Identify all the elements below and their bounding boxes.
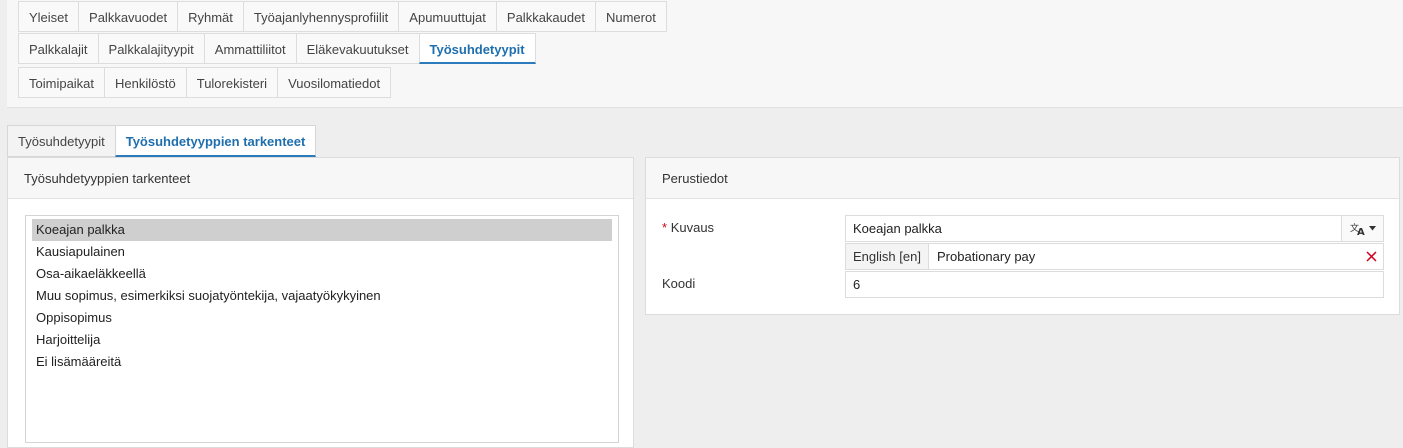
- kuvaus-label-text: Kuvaus: [670, 220, 715, 235]
- kuvaus-value: Koeajan palkka: [853, 221, 942, 236]
- nav-tab-numerot[interactable]: Numerot: [594, 1, 667, 32]
- refinements-list[interactable]: Koeajan palkka Kausiapulainen Osa-aikaeläk…: [25, 215, 619, 443]
- tab-tyosuhdetyyppien-tarkenteet[interactable]: Työsuhdetyyppien tarkenteet: [114, 125, 317, 157]
- nav-tab-tyoajanlyhennysprofiilit[interactable]: Työajanlyhennysprofiilit: [242, 1, 400, 32]
- nav-row-3: Toimipaikat Henkilöstö Tulorekisteri Vuosil…: [18, 67, 392, 98]
- tab-tyosuhdetyypit[interactable]: Työsuhdetyypit: [7, 125, 116, 157]
- nav-tab-palkkalajityypit[interactable]: Palkkalajityypit: [97, 33, 205, 64]
- translate-icon: 文 A: [1350, 222, 1366, 236]
- nav-row-2: Palkkalajit Palkkalajityypit Ammattiliitot…: [18, 33, 536, 64]
- sub-tab-bar: Työsuhdetyypit Työsuhdetyyppien tarkentee…: [7, 125, 317, 157]
- translate-button[interactable]: 文 A: [1341, 216, 1383, 241]
- nav-row-1: Yleiset Palkkavuodet Ryhmät Työajanlyhennys…: [18, 1, 667, 32]
- close-icon: [1365, 251, 1377, 262]
- nav-tab-apumuuttujat[interactable]: Apumuuttujat: [398, 1, 497, 32]
- panel-title: Perustiedot: [646, 158, 1399, 199]
- remove-translation-button[interactable]: [1359, 244, 1383, 269]
- nav-tab-ryhmat[interactable]: Ryhmät: [177, 1, 244, 32]
- nav-tab-palkkavuodet[interactable]: Palkkavuodet: [78, 1, 179, 32]
- nav-tab-elakevakuutukset[interactable]: Eläkevakuutukset: [295, 33, 420, 64]
- required-marker: *: [662, 220, 668, 235]
- panel-title: Työsuhdetyyppien tarkenteet: [8, 158, 633, 199]
- kuvaus-input[interactable]: Koeajan palkka 文 A: [845, 215, 1384, 242]
- nav-tab-palkkalajit[interactable]: Palkkalajit: [18, 33, 99, 64]
- basic-info-panel: Perustiedot * Kuvaus Koeajan palkka 文 A …: [645, 157, 1400, 315]
- list-item[interactable]: Kausiapulainen: [32, 241, 612, 263]
- nav-tab-palkkakaudet[interactable]: Palkkakaudet: [495, 1, 596, 32]
- nav-tab-vuosilomatiedot[interactable]: Vuosilomatiedot: [277, 67, 392, 98]
- translation-input[interactable]: Probationary pay: [937, 244, 1035, 269]
- refinements-panel: Työsuhdetyyppien tarkenteet Koeajan palk…: [7, 157, 634, 448]
- koodi-value: 6: [853, 277, 861, 292]
- nav-tab-henkilosto[interactable]: Henkilöstö: [104, 67, 187, 98]
- translation-row: English [en] Probationary pay: [845, 243, 1384, 270]
- koodi-input[interactable]: 6: [845, 271, 1384, 298]
- nav-tab-tyosuhdetyypit[interactable]: Työsuhdetyypit: [418, 33, 536, 64]
- nav-tab-ammattiliitot[interactable]: Ammattiliitot: [203, 33, 297, 64]
- list-item[interactable]: Ei lisämääreitä: [32, 351, 612, 373]
- list-item[interactable]: Oppisopimus: [32, 307, 612, 329]
- list-item[interactable]: Muu sopimus, esimerkiksi suojatyöntekija…: [32, 285, 612, 307]
- koodi-label: Koodi: [662, 276, 696, 291]
- list-item[interactable]: Koeajan palkka: [32, 219, 612, 241]
- caret-down-icon: [1368, 226, 1376, 231]
- settings-navigation: Yleiset Palkkavuodet Ryhmät Työajanlyhennys…: [7, 0, 1403, 108]
- svg-text:A: A: [1357, 227, 1365, 236]
- list-item[interactable]: Osa-aikaeläkkeellä: [32, 263, 612, 285]
- language-label: English [en]: [846, 244, 929, 269]
- nav-tab-yleiset[interactable]: Yleiset: [18, 1, 80, 32]
- kuvaus-label: * Kuvaus: [662, 220, 714, 235]
- nav-tab-toimipaikat[interactable]: Toimipaikat: [18, 67, 106, 98]
- nav-tab-tulorekisteri[interactable]: Tulorekisteri: [185, 67, 279, 98]
- list-item[interactable]: Harjoittelija: [32, 329, 612, 351]
